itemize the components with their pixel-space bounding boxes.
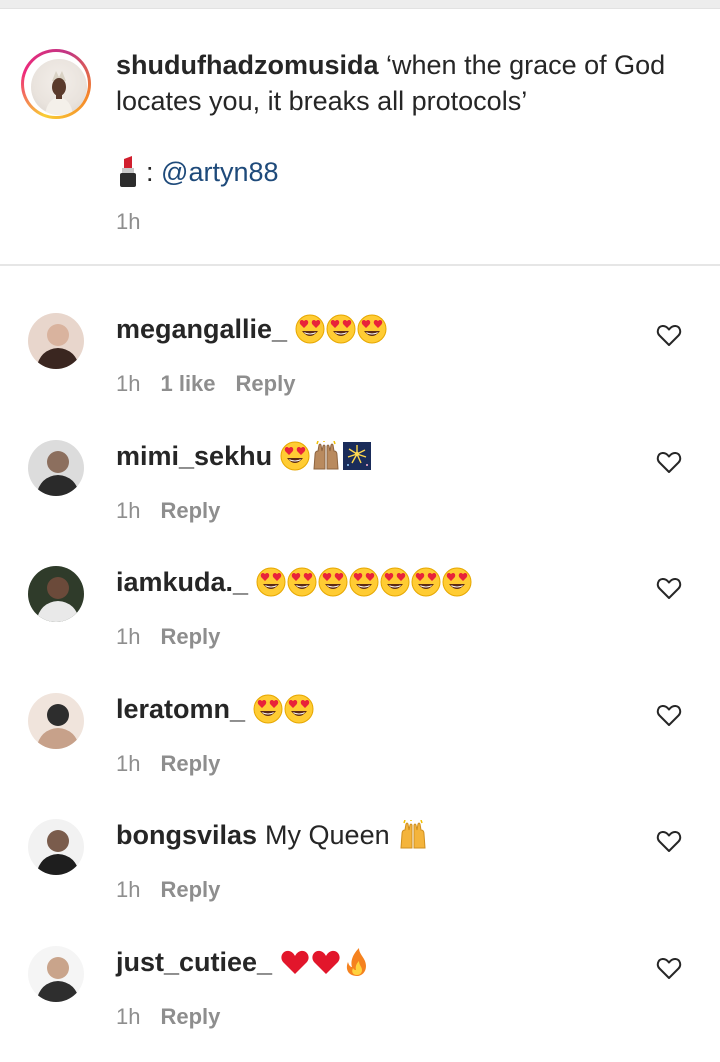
heart-eyes-icon (326, 314, 356, 344)
divider (0, 264, 720, 266)
comment-line: just_cutiee_ (116, 944, 372, 980)
comment-meta: 1h Reply (116, 751, 220, 777)
story-ring-avatar[interactable] (21, 49, 91, 119)
reply-button[interactable]: Reply (160, 624, 220, 650)
reply-button[interactable]: Reply (160, 877, 220, 903)
comment-timestamp: 1h (116, 1004, 141, 1029)
heart-outline-icon[interactable] (656, 703, 682, 727)
caption-username[interactable]: shudufhadzomusida (116, 50, 379, 80)
raised-hands-medium-icon (313, 441, 339, 470)
heart-eyes-icon (318, 567, 348, 597)
comment-meta: 1h Reply (116, 498, 220, 524)
heart-eyes-icon (380, 567, 410, 597)
comment-username[interactable]: mimi_sekhu (116, 438, 272, 474)
comment-username[interactable]: leratomn_ (116, 691, 245, 727)
comment-likes[interactable]: 1 like (160, 371, 215, 397)
comment-emojis (398, 820, 428, 850)
comment-row: megangallie_ 1h 1 like Reply (0, 303, 720, 429)
heart-eyes-icon (284, 694, 314, 724)
heart-outline-icon[interactable] (656, 450, 682, 474)
avatar (31, 59, 87, 115)
avatar[interactable] (28, 440, 84, 496)
reply-button[interactable]: Reply (160, 751, 220, 777)
avatar[interactable] (28, 566, 84, 622)
caption-timestamp: 1h (116, 209, 141, 234)
comment-username[interactable]: bongsvilas (116, 817, 257, 853)
caption-text: shudufhadzomusida ‘when the grace of God… (116, 47, 686, 119)
comment-line: bongsvilas My Queen (116, 817, 428, 853)
comment-line: leratomn_ (116, 691, 314, 727)
mention-prefix: : (146, 157, 154, 187)
comment-line: mimi_sekhu (116, 438, 372, 474)
heart-outline-icon[interactable] (656, 576, 682, 600)
comment-row: iamkuda._ 1h Reply (0, 556, 720, 682)
avatar[interactable] (28, 946, 84, 1002)
red-heart-icon (312, 950, 340, 974)
post-caption: shudufhadzomusida ‘when the grace of God… (0, 9, 720, 264)
comment-username[interactable]: just_cutiee_ (116, 944, 272, 980)
comment-meta: 1h Reply (116, 1004, 220, 1030)
heart-eyes-icon (256, 567, 286, 597)
reply-button[interactable]: Reply (160, 498, 220, 524)
heart-eyes-icon (253, 694, 283, 724)
comment-line: megangallie_ (116, 311, 387, 347)
comment-timestamp: 1h (116, 498, 141, 523)
comment-meta: 1h 1 like Reply (116, 371, 295, 397)
heart-eyes-icon (280, 441, 310, 471)
comment-timestamp: 1h (116, 877, 141, 902)
comment-emojis (253, 694, 314, 724)
fireworks-icon (343, 442, 372, 470)
lipstick-icon (120, 156, 136, 187)
comment-text: My Queen (265, 820, 390, 850)
comment-emojis (256, 567, 472, 597)
heart-outline-icon[interactable] (656, 956, 682, 980)
mention-link[interactable]: @artyn88 (161, 154, 278, 190)
heart-eyes-icon (349, 567, 379, 597)
comment-row: bongsvilas My Queen 1h Reply (0, 809, 720, 935)
reply-button[interactable]: Reply (160, 1004, 220, 1030)
avatar[interactable] (28, 313, 84, 369)
top-edge (0, 0, 720, 9)
comment-timestamp: 1h (116, 624, 141, 649)
comment-username[interactable]: iamkuda._ (116, 564, 248, 600)
heart-eyes-icon (287, 567, 317, 597)
heart-outline-icon[interactable] (656, 323, 682, 347)
heart-eyes-icon (411, 567, 441, 597)
comment-row: just_cutiee_ 1h Reply (0, 936, 720, 1062)
comment-username[interactable]: megangallie_ (116, 311, 287, 347)
raised-hands-icon (400, 820, 426, 849)
comment-line: iamkuda._ (116, 564, 472, 600)
comment-meta: 1h Reply (116, 877, 220, 903)
caption-mention-line: : @artyn88 (116, 154, 279, 190)
comment-timestamp: 1h (116, 371, 141, 396)
comment-emojis (280, 441, 372, 471)
comment-row: mimi_sekhu 1h Reply (0, 430, 720, 556)
avatar[interactable] (28, 819, 84, 875)
heart-eyes-icon (295, 314, 325, 344)
fire-icon (346, 948, 367, 976)
comment-emojis (295, 314, 387, 344)
reply-button[interactable]: Reply (236, 371, 296, 397)
heart-outline-icon[interactable] (656, 829, 682, 853)
comment-row: leratomn_ 1h Reply (0, 683, 720, 809)
heart-eyes-icon (357, 314, 387, 344)
comment-meta: 1h Reply (116, 624, 220, 650)
comment-emojis (280, 947, 372, 977)
red-heart-icon (281, 950, 309, 974)
comment-timestamp: 1h (116, 751, 141, 776)
heart-eyes-icon (442, 567, 472, 597)
avatar[interactable] (28, 693, 84, 749)
